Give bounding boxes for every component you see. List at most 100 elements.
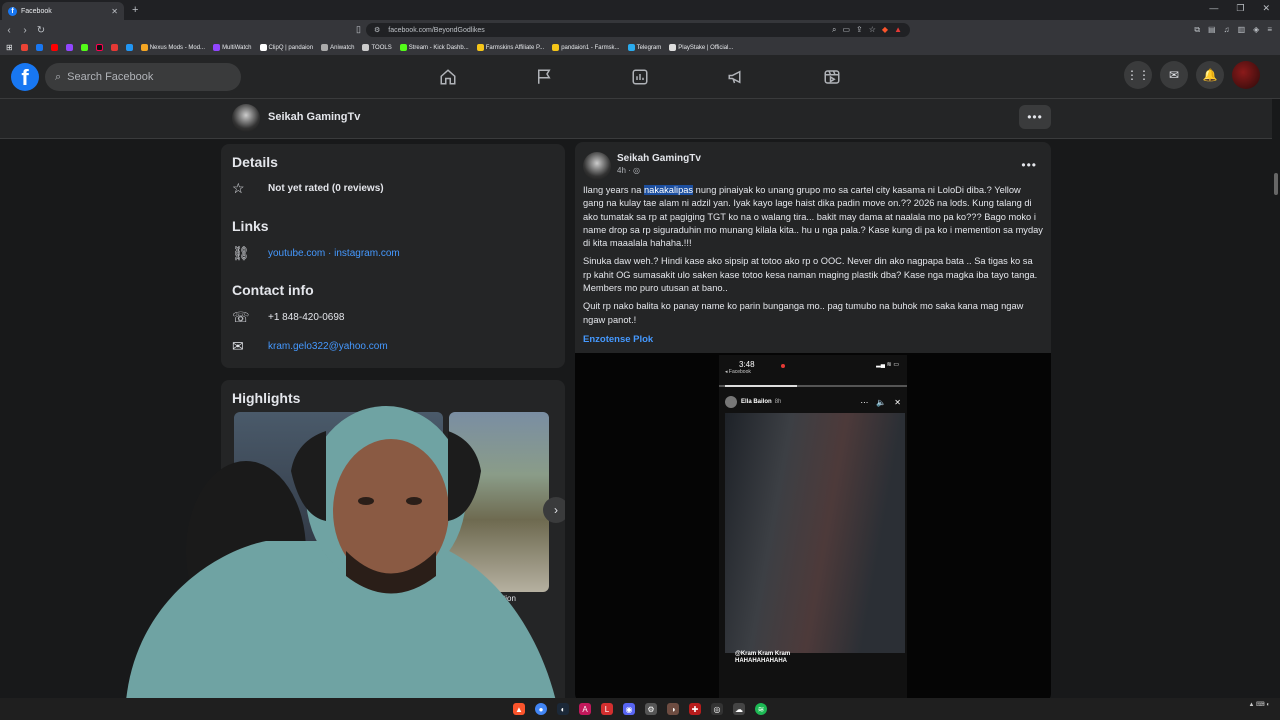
cast-icon[interactable]: ▭ [842,25,850,35]
post-video[interactable]: 3:48 ◂ Facebook ▂▄ ≋ ▭ Ella Bailon 8h ⋯ … [575,353,1051,698]
bookmark-item[interactable]: Farmskins Affiliate P... [476,44,544,51]
bookmark-item[interactable]: Telegram [627,44,661,51]
browser-tab[interactable]: f Facebook ✕ [2,2,124,20]
story-header: Ella Bailon 8h ⋯ 🔈 ✕ [725,395,901,409]
story-user: Ella Bailon [741,399,772,405]
page-header: Seikah GamingTv ••• [0,99,1280,139]
account-avatar[interactable] [1232,61,1260,89]
bookmark-red[interactable] [110,44,118,51]
bookmark-blue[interactable] [125,44,133,51]
link-icon: ⛓ [232,245,250,261]
nav-watch[interactable] [784,55,880,99]
close-window-icon[interactable]: ✕ [1262,3,1270,14]
chart-icon [632,69,648,85]
post-author[interactable]: Seikah GamingTv [617,153,701,164]
email-link[interactable]: kram.gelo322@yahoo.com [268,341,388,352]
wallet-icon[interactable]: ◈ [1253,25,1259,35]
post-author-avatar[interactable] [583,152,611,180]
close-tab-icon[interactable]: ✕ [111,7,118,16]
new-tab-button[interactable]: + [132,4,138,16]
brave-icon[interactable]: ▲ [513,703,525,715]
discord-icon[interactable]: ◉ [623,703,635,715]
nav-home[interactable] [400,55,496,99]
bookmark-item[interactable]: Aniwatch [321,44,354,51]
forward-icon[interactable]: › [18,25,32,36]
details-card: Details ☆ Not yet rated (0 reviews) Link… [221,144,565,368]
messenger-button[interactable]: ✉ [1160,61,1188,89]
bookmark-folder[interactable]: TOOLS [362,44,392,51]
post-more-button[interactable]: ••• [1021,158,1037,172]
bookmark-item[interactable]: Nexus Mods - Mod... [140,44,205,51]
bookmark-page-icon[interactable]: ▯ [356,24,361,35]
bookmark-item[interactable]: pandaion1 - Farmsk... [552,44,620,51]
links-heading: Links [232,218,269,234]
bookmark-facebook[interactable] [35,44,43,51]
links-text[interactable]: youtube.com · instagram.com [268,248,400,259]
post-timestamp[interactable]: 4h · ◎ [617,166,640,175]
more-icon: ⋯ [860,397,869,407]
facebook-logo-icon[interactable]: f [11,63,39,91]
nav-pages[interactable] [496,55,592,99]
spotify-icon[interactable]: ≋ [755,703,767,715]
back-icon[interactable]: ‹ [2,25,16,36]
page-more-button[interactable]: ••• [1019,105,1051,129]
page-avatar[interactable] [232,104,260,132]
grid-icon: ⋮⋮ [1126,68,1150,82]
story-image [725,413,905,653]
site-info-icon[interactable]: ⚙ [374,26,380,34]
post-paragraph: Sinuka daw weh.? Hindi kase ako sipsip a… [583,256,1038,294]
tagged-person-link[interactable]: Enzotense Plok [583,334,653,345]
menu-button[interactable]: ⋮⋮ [1124,61,1152,89]
minimize-icon[interactable]: — [1209,3,1218,14]
steam-icon[interactable]: ◐ [557,703,569,715]
star-icon[interactable]: ☆ [869,25,876,35]
music-icon[interactable]: ♫ [1224,25,1230,35]
search-icon: ⌕ [55,70,62,83]
extension-icon[interactable]: ⧉ [1194,25,1200,35]
chrome-icon[interactable]: ● [535,703,547,715]
nav-ads[interactable] [688,55,784,99]
app-icon[interactable]: A [579,703,591,715]
settings-icon[interactable]: ⚙ [645,703,657,715]
app-icon[interactable]: ✚ [689,703,701,715]
contact-heading: Contact info [232,282,314,298]
scrollbar-thumb[interactable] [1274,173,1278,195]
bell-icon: 🔔 [1202,68,1218,82]
bookmark-item[interactable]: PlayStake | Official... [669,44,733,51]
zoom-icon[interactable]: ⌕ [832,25,836,35]
webcam-overlay [126,406,556,698]
reading-list-icon[interactable]: ▥ [1238,25,1246,35]
settings-menu-icon[interactable]: ≡ [1267,25,1272,35]
notifications-button[interactable]: 🔔 [1196,61,1224,89]
bookmark-youtube[interactable] [50,44,58,51]
reload-icon[interactable]: ↻ [34,25,48,36]
nav-insights[interactable] [592,55,688,99]
bookmark-item[interactable]: ClipQ | pandaion [259,44,313,51]
address-bar-row: ‹ › ↻ ▯ ⚙ facebook.com/BeyondGodlikes ⌕ … [0,20,1280,40]
url-field[interactable]: ⚙ facebook.com/BeyondGodlikes ⌕ ▭ ⇪ ☆ ◆ … [366,23,910,37]
bookmark-kick[interactable] [80,44,88,51]
bookmark-twitch[interactable] [65,44,73,51]
scrollbar[interactable] [1272,99,1280,698]
brave-shield-icon[interactable]: ◆ [882,25,888,35]
sidebar-icon[interactable]: ▤ [1208,25,1216,35]
obs-icon[interactable]: ◎ [711,703,723,715]
rating-text: Not yet rated (0 reviews) [268,183,384,194]
bookmark-item[interactable]: MultiWatch [213,44,252,51]
share-icon[interactable]: ⇪ [856,25,863,35]
bookmark-gmail[interactable] [20,44,28,51]
app-icon[interactable]: ☁ [733,703,745,715]
maximize-icon[interactable]: ❐ [1236,3,1244,14]
bookmark-item[interactable]: Stream - Kick Dashb... [399,44,469,51]
story-caption: @Kram Kram Kram HAHAHAHAHAHA [735,651,791,664]
browser-tab-strip: f Facebook ✕ + — ❐ ✕ [0,0,1280,20]
bookmark-tiktok[interactable] [95,44,103,51]
apps-icon[interactable]: ⊞ [6,43,13,52]
app-icon[interactable]: L [601,703,613,715]
search-input[interactable]: ⌕ Search Facebook [45,63,241,91]
app-icon[interactable]: ◑ [667,703,679,715]
rewards-icon[interactable]: ▲ [894,25,902,35]
page-title[interactable]: Seikah GamingTv [268,111,360,123]
system-tray[interactable]: ▲ ⌨ ◐ [1248,702,1270,709]
tab-title: Facebook [21,7,52,15]
